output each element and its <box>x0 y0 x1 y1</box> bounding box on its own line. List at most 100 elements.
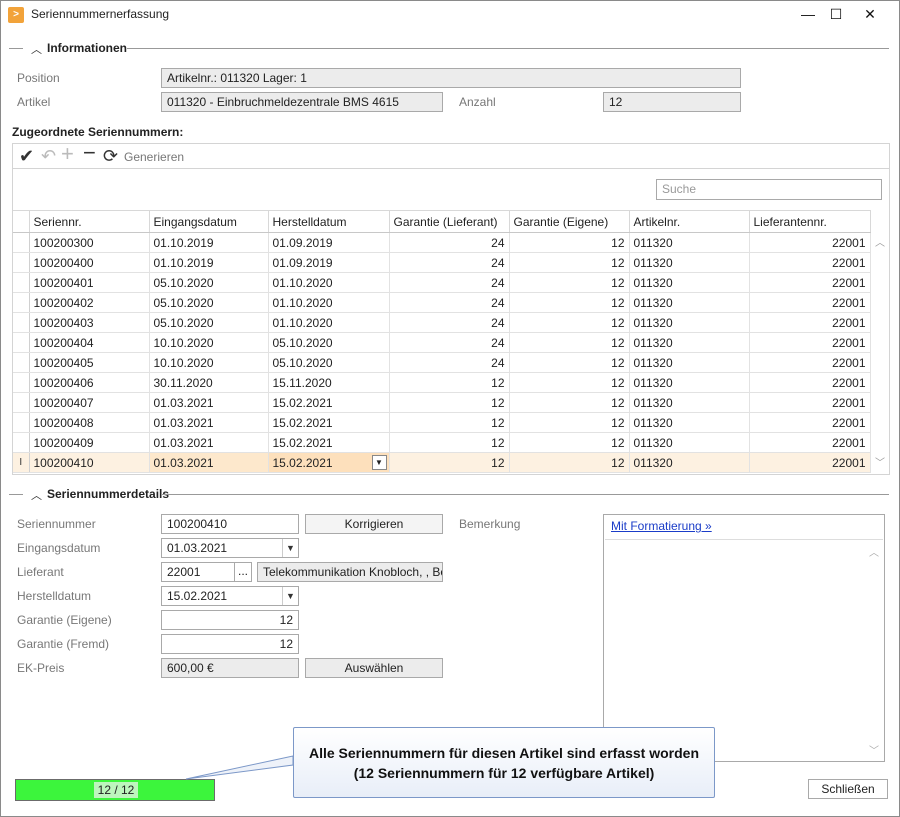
table-cell[interactable]: 100200405 <box>29 352 150 373</box>
table-cell[interactable]: 011320 <box>629 332 750 353</box>
table-cell[interactable]: 24 <box>389 232 510 253</box>
table-cell[interactable]: 01.10.2019 <box>149 252 269 273</box>
seriennummer-input[interactable]: 100200410 <box>161 514 299 534</box>
table-cell[interactable]: 12 <box>509 232 630 253</box>
minimize-button[interactable]: — <box>793 3 823 25</box>
table-cell[interactable]: 011320 <box>629 252 750 273</box>
table-cell[interactable]: 12 <box>509 292 630 313</box>
table-cell[interactable]: 15.02.2021 <box>268 392 390 413</box>
table-cell[interactable]: 12 <box>509 412 630 433</box>
scroll-up-icon[interactable]: ︿ <box>869 544 879 559</box>
minus-icon[interactable]: − <box>83 142 96 164</box>
row-indicator[interactable] <box>13 272 30 293</box>
table-cell[interactable]: 12 <box>509 432 630 453</box>
dropdown-arrow-icon[interactable]: ▼ <box>282 539 298 557</box>
table-cell[interactable]: 12 <box>389 432 510 453</box>
scroll-down-icon[interactable]: ﹀ <box>869 742 879 757</box>
table-cell[interactable]: 12 <box>389 372 510 393</box>
table-cell[interactable]: 12 <box>509 312 630 333</box>
table-cell[interactable]: 12 <box>509 392 630 413</box>
scroll-up-icon[interactable]: ︿ <box>871 234 889 249</box>
row-indicator[interactable] <box>13 332 30 353</box>
table-row[interactable]: 100200403 05.10.2020 01.10.2020 24 12 011320 2… <box>13 312 871 333</box>
table-cell[interactable]: 12 <box>389 452 510 473</box>
table-cell[interactable]: 12 <box>509 252 630 273</box>
scroll-down-icon[interactable]: ﹀ <box>871 454 889 469</box>
table-cell[interactable]: 011320 <box>629 432 750 453</box>
table-cell[interactable]: 100200409 <box>29 432 150 453</box>
table-cell[interactable]: 011320 <box>629 272 750 293</box>
table-cell[interactable]: 05.10.2020 <box>268 352 390 373</box>
table-row[interactable]: 100200401 05.10.2020 01.10.2020 24 12 011320 2… <box>13 272 871 293</box>
table-cell[interactable]: 011320 <box>629 292 750 313</box>
table-cell[interactable]: 01.03.2021 <box>149 392 269 413</box>
close-button[interactable]: Schließen <box>808 779 888 799</box>
table-cell[interactable]: 01.09.2019 <box>268 232 390 253</box>
table-cell[interactable]: 24 <box>389 252 510 273</box>
chevron-up-icon[interactable]: ︿ <box>31 41 42 57</box>
eingangsdatum-input[interactable]: 01.03.2021 ▼ <box>161 538 299 558</box>
table-cell[interactable]: 01.03.2021 <box>149 412 269 433</box>
table-cell[interactable]: 22001 <box>749 392 871 413</box>
table-cell[interactable]: 12 <box>389 412 510 433</box>
formatting-link[interactable]: Mit Formatierung » <box>611 519 712 533</box>
table-cell[interactable]: 30.11.2020 <box>149 372 269 393</box>
herstelldatum-input[interactable]: 15.02.2021 ▼ <box>161 586 299 606</box>
column-header[interactable]: Herstelldatum <box>268 210 390 233</box>
row-indicator[interactable] <box>13 372 30 393</box>
table-cell[interactable]: 011320 <box>629 312 750 333</box>
table-cell[interactable]: 01.09.2019 <box>268 252 390 273</box>
table-row[interactable]: I 100200410 01.03.2021 15.02.2021 ▼ 12 12 01132… <box>13 452 871 473</box>
table-cell[interactable]: 22001 <box>749 432 871 453</box>
generate-button[interactable]: Generieren <box>124 150 184 164</box>
column-header[interactable]: Artikelnr. <box>629 210 750 233</box>
column-header[interactable]: Garantie (Lieferant) <box>389 210 510 233</box>
table-cell[interactable]: 100200400 <box>29 252 150 273</box>
remark-editor[interactable]: Mit Formatierung » ︿ ﹀ <box>603 514 885 762</box>
table-cell[interactable]: 05.10.2020 <box>149 272 269 293</box>
table-cell[interactable]: 01.10.2019 <box>149 232 269 253</box>
table-cell[interactable]: 12 <box>509 372 630 393</box>
table-cell[interactable]: 100200410 <box>29 452 150 473</box>
table-cell[interactable]: 24 <box>389 292 510 313</box>
row-indicator[interactable] <box>13 252 30 273</box>
table-cell[interactable]: 22001 <box>749 332 871 353</box>
table-cell[interactable]: 10.10.2020 <box>149 352 269 373</box>
table-cell[interactable]: 24 <box>389 312 510 333</box>
refresh-icon[interactable]: ⟳ <box>103 146 118 166</box>
table-cell[interactable]: 10.10.2020 <box>149 332 269 353</box>
lieferant-input[interactable]: 22001 <box>161 562 235 582</box>
row-indicator[interactable] <box>13 412 30 433</box>
table-cell[interactable]: 100200408 <box>29 412 150 433</box>
auswaehlen-button[interactable]: Auswählen <box>305 658 443 678</box>
korrigieren-button[interactable]: Korrigieren <box>305 514 443 534</box>
table-row[interactable]: 100200405 10.10.2020 05.10.2020 24 12 011320 2… <box>13 352 871 373</box>
row-indicator[interactable] <box>13 352 30 373</box>
chevron-up-icon[interactable]: ︿ <box>31 487 42 503</box>
table-cell[interactable]: 100200401 <box>29 272 150 293</box>
dropdown-arrow-icon[interactable]: ▼ <box>282 587 298 605</box>
table-cell[interactable]: 01.03.2021 <box>149 432 269 453</box>
search-input[interactable]: Suche <box>656 179 882 200</box>
table-cell[interactable]: 011320 <box>629 392 750 413</box>
table-row[interactable]: 100200404 10.10.2020 05.10.2020 24 12 011320 2… <box>13 332 871 353</box>
maximize-button[interactable]: ☐ <box>821 3 851 25</box>
table-cell[interactable]: 24 <box>389 272 510 293</box>
table-cell[interactable]: 011320 <box>629 352 750 373</box>
check-icon[interactable]: ✔ <box>19 146 34 166</box>
table-cell[interactable]: 24 <box>389 332 510 353</box>
table-cell[interactable]: 22001 <box>749 232 871 253</box>
table-cell[interactable]: 05.10.2020 <box>268 332 390 353</box>
table-cell[interactable]: 12 <box>509 272 630 293</box>
table-cell[interactable]: 05.10.2020 <box>149 312 269 333</box>
table-row[interactable]: 100200407 01.03.2021 15.02.2021 12 12 011320 2… <box>13 392 871 413</box>
table-row[interactable]: 100200300 01.10.2019 01.09.2019 24 12 011320 2… <box>13 232 871 253</box>
table-cell[interactable]: 15.02.2021 <box>268 432 390 453</box>
table-cell[interactable]: 100200403 <box>29 312 150 333</box>
row-indicator[interactable] <box>13 392 30 413</box>
table-cell[interactable]: 011320 <box>629 452 750 473</box>
table-cell[interactable]: 011320 <box>629 232 750 253</box>
column-header[interactable]: Eingangsdatum <box>149 210 269 233</box>
column-header[interactable]: Seriennr. <box>29 210 150 233</box>
garantie-fremd-input[interactable]: 12 <box>161 634 299 654</box>
